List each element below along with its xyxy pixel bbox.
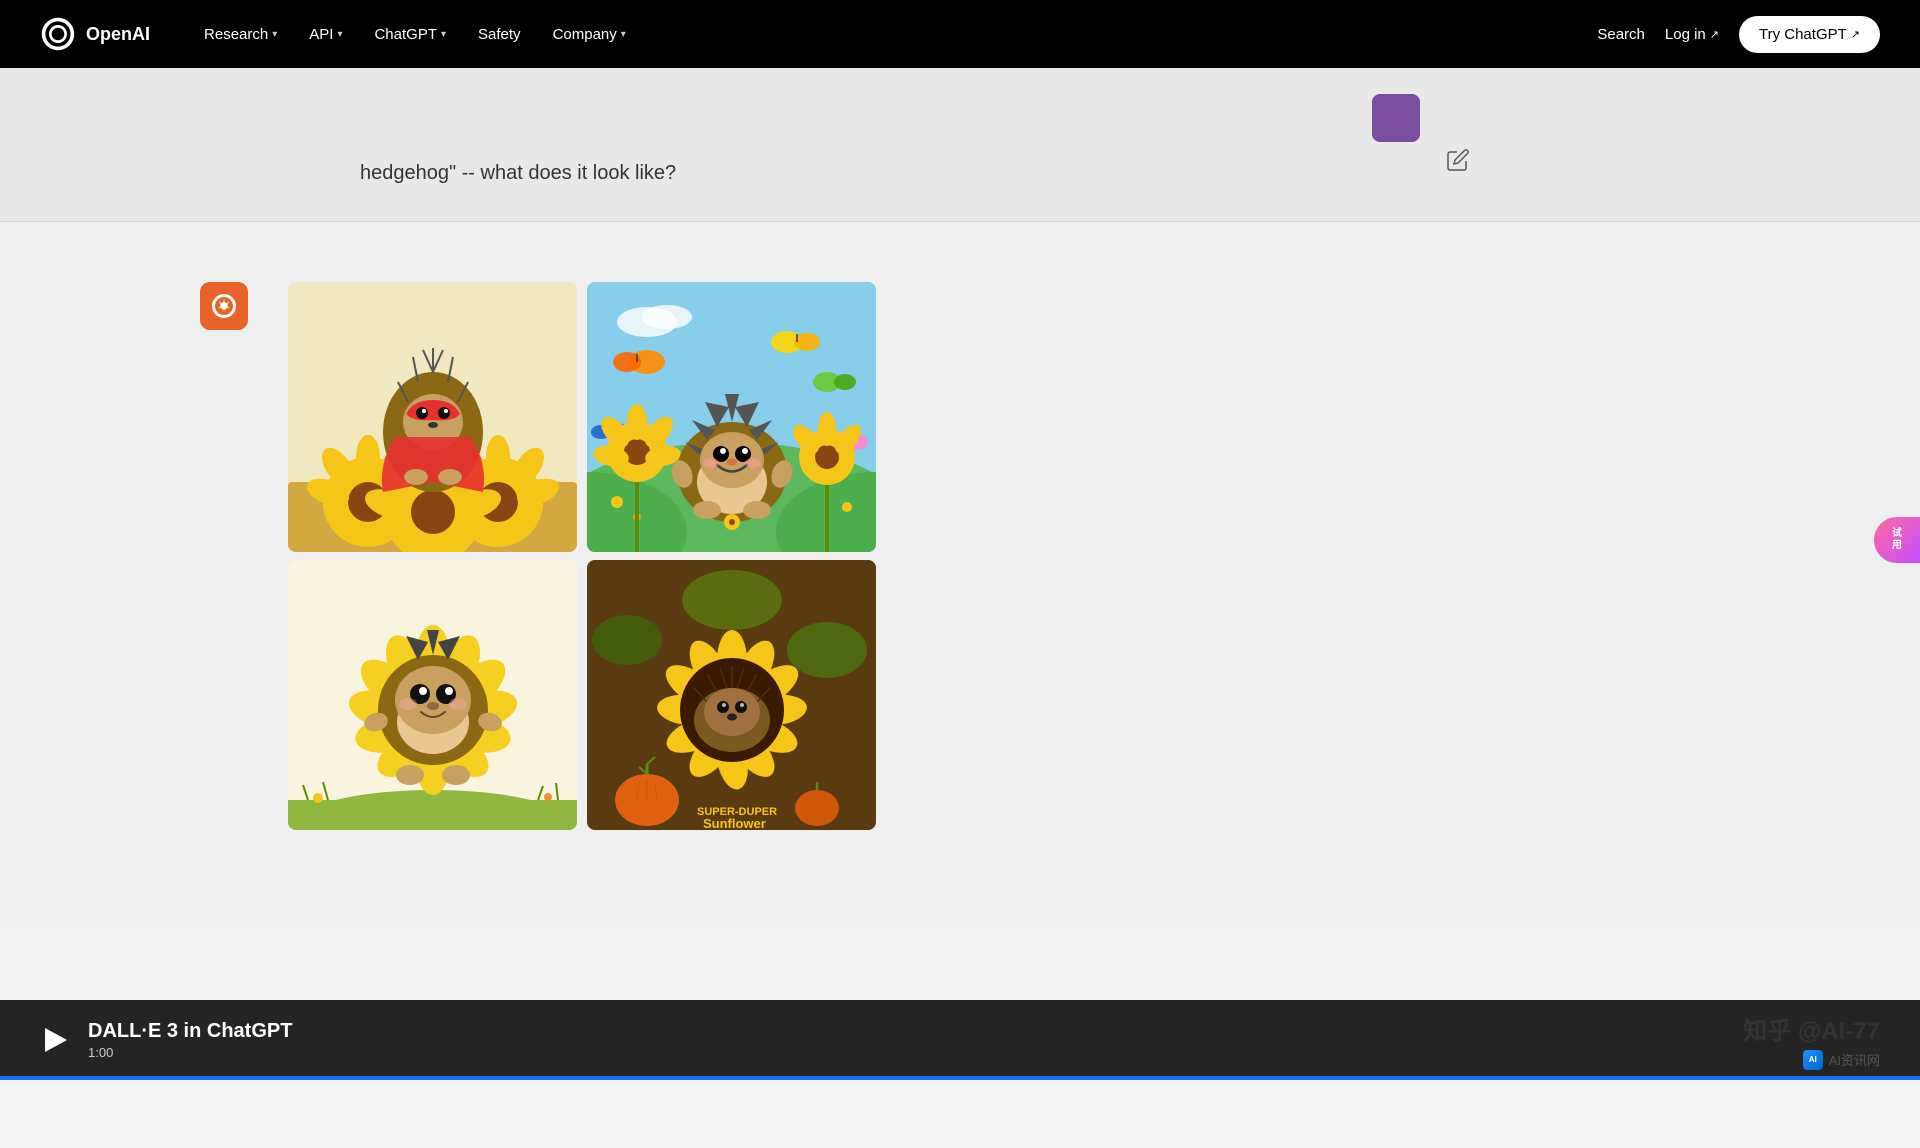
image-2[interactable] [587,282,876,552]
play-triangle-icon [45,1028,67,1052]
ai-badge-label: AI资讯网 [1829,1050,1880,1069]
float-action-button[interactable]: 试用 [1874,517,1920,563]
openai-logo-icon [40,16,76,52]
nav-right: Search Log in ↗ Try ChatGPT ↗ [1597,16,1880,53]
ai-badge: AI AI资讯网 [1803,1050,1880,1070]
svg-text:Sunflower: Sunflower [703,816,766,830]
message-row [0,84,1920,162]
chevron-down-icon: ▾ [621,29,626,40]
external-link-icon: ↗ [1710,28,1719,41]
logo[interactable]: OpenAI [40,16,150,52]
nav-research[interactable]: Research ▾ [190,18,291,51]
navbar: OpenAI Research ▾ API ▾ ChatGPT ▾ Safety… [0,0,1920,68]
user-message-text: hedgehog" -- what does it look like? [360,158,676,184]
video-duration: 1:00 [88,1045,292,1060]
video-play-button[interactable] [40,1024,72,1056]
chevron-down-icon: ▾ [337,29,342,40]
image-4[interactable]: SUPER-DUPER Sunflower [587,560,876,830]
hedgehog-superhero-image [288,282,577,552]
edit-icon-container [1446,148,1470,177]
arrow-icon: ↗ [1851,28,1860,41]
video-bar: DALL·E 3 in ChatGPT 1:00 知乎 @AI-77 AI AI… [0,1000,1920,1080]
image-3[interactable] [288,560,577,830]
image-grid-container: SUPER-DUPER Sunflower [288,282,878,830]
ai-badge-icon: AI [1803,1050,1823,1070]
edit-icon[interactable] [1446,148,1470,172]
nav-api[interactable]: API ▾ [295,18,356,51]
chevron-down-icon: ▾ [441,29,446,40]
user-avatar [1372,94,1420,142]
image-grid: SUPER-DUPER Sunflower [288,282,878,830]
ai-response-row: SUPER-DUPER Sunflower [200,252,1720,830]
video-title: DALL·E 3 in ChatGPT [88,1020,292,1043]
image-1[interactable] [288,282,577,552]
video-info: DALL·E 3 in ChatGPT 1:00 [88,1020,292,1060]
main-content: hedgehog" -- what does it look like? [0,68,1920,1080]
cartoon-hedgehog-butterflies-image [587,282,876,552]
nav-company[interactable]: Company ▾ [539,18,640,51]
chevron-down-icon: ▾ [272,29,277,40]
search-button[interactable]: Search [1597,26,1645,43]
zhihu-watermark: 知乎 @AI-77 [1743,1011,1880,1046]
nav-links: Research ▾ API ▾ ChatGPT ▾ Safety Compan… [190,18,1597,51]
user-message-section: hedgehog" -- what does it look like? [0,68,1920,222]
video-progress-bar[interactable] [0,1076,1920,1080]
watermarks: 知乎 @AI-77 AI AI资讯网 [1743,1011,1880,1070]
try-chatgpt-button[interactable]: Try ChatGPT ↗ [1739,16,1880,53]
nav-chatgpt[interactable]: ChatGPT ▾ [360,18,460,51]
logo-text: OpenAI [86,24,150,45]
login-button[interactable]: Log in ↗ [1665,26,1719,43]
cartoon-hedgehog-sunflower-hat-image [288,560,577,830]
ai-response-section: SUPER-DUPER Sunflower [0,222,1920,930]
chatgpt-icon [209,291,239,321]
float-button-label: 试用 [1892,528,1902,552]
user-message-text-row: hedgehog" -- what does it look like? [0,162,1920,205]
nav-safety[interactable]: Safety [464,18,535,51]
ai-avatar [200,282,248,330]
hedgehog-sunflower-pumpkins-image: SUPER-DUPER Sunflower [587,560,876,830]
